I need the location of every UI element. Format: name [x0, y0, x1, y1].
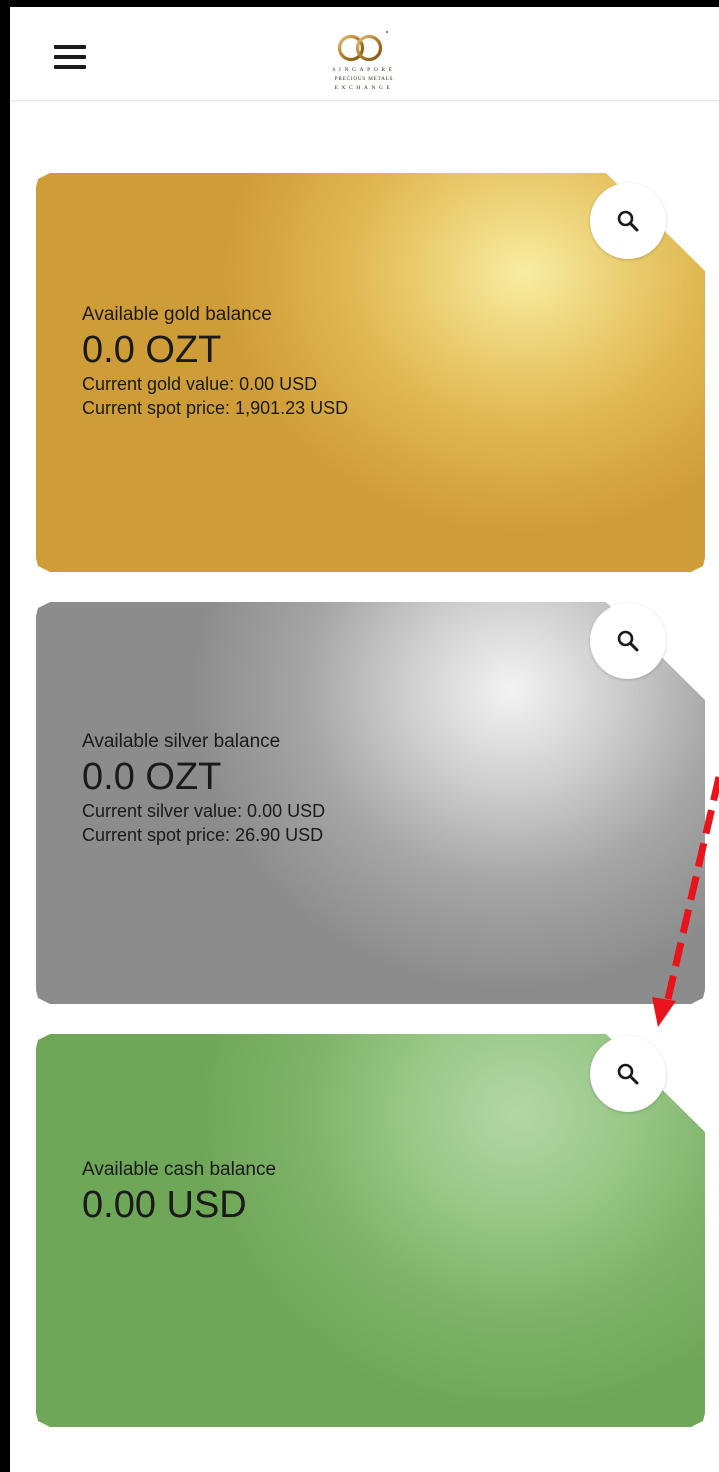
infinity-logo-icon: [337, 31, 388, 62]
search-icon: [617, 210, 639, 232]
app-screen: SINGAPORE PRECIOUS METALS EXCHANGE Avail…: [10, 7, 719, 1472]
gold-value-text: Current gold value: 0.00 USD: [82, 374, 318, 394]
silver-search-button[interactable]: [590, 603, 666, 679]
silver-balance-label: Available silver balance: [82, 731, 281, 752]
gold-spot-price-text: Current spot price: 1,901.23 USD: [82, 398, 349, 418]
logo-line-2: PRECIOUS METALS: [334, 76, 394, 82]
logo-line-1: SINGAPORE: [332, 67, 396, 73]
app-header: SINGAPORE PRECIOUS METALS EXCHANGE: [10, 7, 719, 101]
cash-balance-amount: 0.00 USD: [82, 1184, 247, 1226]
search-icon: [617, 1063, 639, 1085]
gold-balance-label: Available gold balance: [82, 304, 272, 325]
logo-line-3: EXCHANGE: [334, 85, 394, 91]
gold-balance-amount: 0.0 OZT: [82, 329, 222, 371]
search-icon: [617, 630, 639, 652]
silver-balance-amount: 0.0 OZT: [82, 756, 222, 798]
cash-search-button[interactable]: [590, 1036, 666, 1112]
silver-value-text: Current silver value: 0.00 USD: [82, 801, 326, 821]
hamburger-menu-icon: [54, 45, 86, 49]
silver-spot-price-text: Current spot price: 26.90 USD: [82, 825, 324, 845]
menu-button[interactable]: [54, 45, 86, 69]
spmx-logo[interactable]: SINGAPORE PRECIOUS METALS EXCHANGE: [308, 27, 420, 103]
cash-balance-label: Available cash balance: [82, 1159, 277, 1180]
gold-search-button[interactable]: [590, 183, 666, 259]
